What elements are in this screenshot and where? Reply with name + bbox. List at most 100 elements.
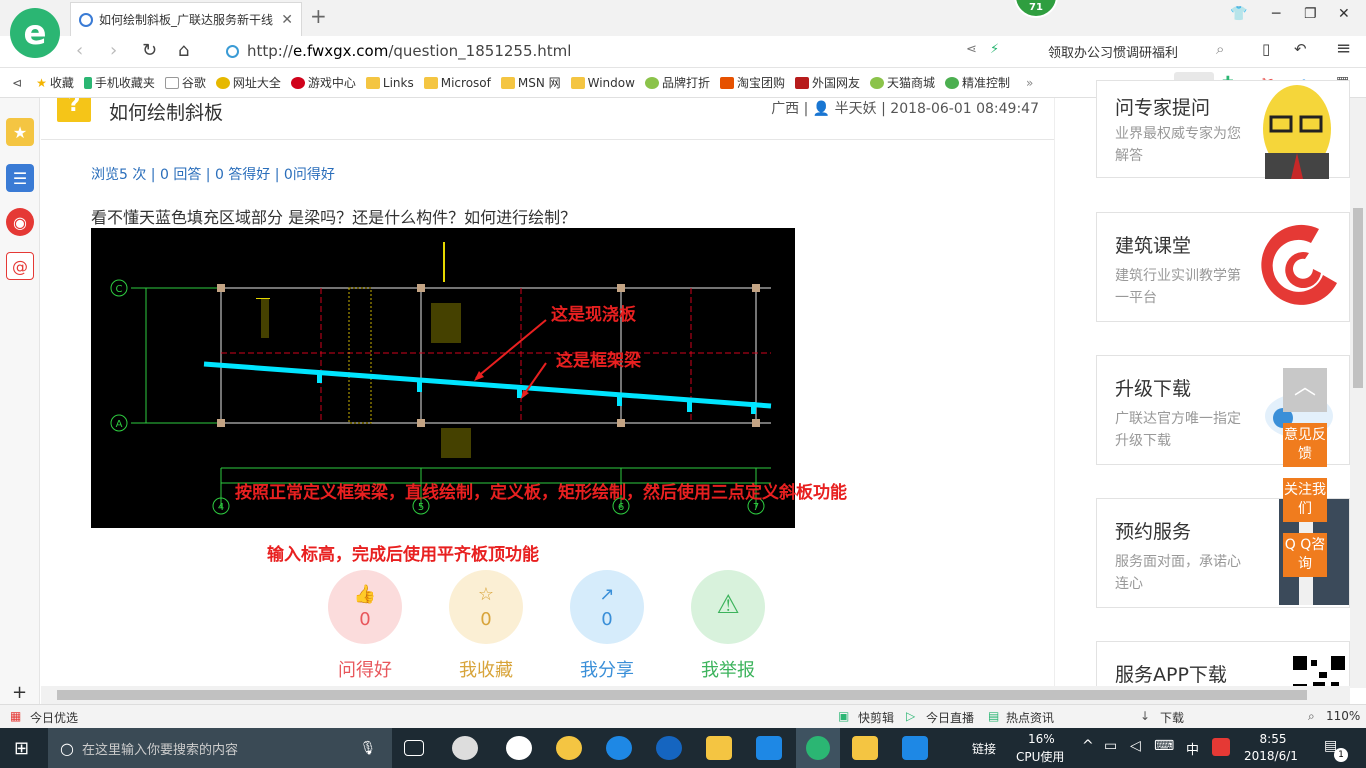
task-view-icon[interactable] <box>404 740 424 756</box>
page-icon <box>164 76 179 89</box>
lightning-icon[interactable]: ⚡ <box>990 42 999 57</box>
status-quick-clip[interactable]: 快剪辑 <box>858 709 894 726</box>
app-ie-icon[interactable] <box>506 736 532 760</box>
mail-icon[interactable]: @ <box>6 252 34 280</box>
question-meta: 广西 | 👤 半天妖 | 2018-06-01 08:49:47 <box>771 101 1039 117</box>
maximize-icon[interactable]: ❐ <box>1304 6 1317 22</box>
star-icon: ★ <box>36 75 47 90</box>
browser-logo-icon[interactable]: e <box>10 8 60 58</box>
back-to-top-button[interactable]: ︿ <box>1283 368 1327 412</box>
minimize-icon[interactable]: ─ <box>1272 6 1280 22</box>
tray-cpu-label: CPU使用 <box>1016 750 1065 764</box>
folder-icon <box>365 76 380 89</box>
refresh-icon[interactable]: ↻ <box>142 40 157 61</box>
action-share-count: 0 <box>601 609 613 630</box>
status-news[interactable]: 热点资讯 <box>1006 709 1054 726</box>
horizontal-scroll-thumb[interactable] <box>57 690 1307 700</box>
share-icon[interactable]: ⋖ <box>966 42 977 57</box>
card-subtitle: 广联达官方唯一指定升级下载 <box>1115 411 1241 449</box>
back-icon[interactable]: ‹ <box>76 40 83 61</box>
app-edge-icon[interactable] <box>606 736 632 760</box>
sidebar-toggle-icon[interactable]: ⊲ <box>12 76 22 90</box>
status-today-picks[interactable]: 今日优选 <box>30 709 78 726</box>
url-input[interactable]: http://e.fwxgx.com/question_1851255.html <box>226 40 986 62</box>
bookmark-precise[interactable]: 精准控制 <box>945 74 1010 91</box>
security-icon <box>226 44 239 58</box>
bookmark-msn[interactable]: MSN 网 <box>500 74 561 91</box>
bookmark-tmall[interactable]: 天猫商城 <box>870 74 935 91</box>
follow-button[interactable]: 关注我们 <box>1283 478 1327 522</box>
windows-start-icon[interactable]: ⊞ <box>14 738 29 759</box>
status-zoom[interactable]: 110% <box>1326 709 1360 723</box>
action-report[interactable]: ⚠ 我举报 <box>690 570 766 682</box>
app-ie-blue-icon[interactable] <box>656 736 682 760</box>
app-chrome-icon[interactable] <box>556 736 582 760</box>
feedback-button[interactable]: 意见反馈 <box>1283 423 1327 467</box>
app-explorer-icon[interactable] <box>706 736 732 760</box>
status-download[interactable]: 下载 <box>1160 709 1184 726</box>
bookmark-discount[interactable]: 品牌打折 <box>644 74 710 91</box>
undo-icon[interactable]: ↶ <box>1294 40 1307 58</box>
bookmark-google[interactable]: 谷歌 <box>164 74 206 91</box>
tray-volume-icon[interactable]: ◁ <box>1130 738 1141 754</box>
card-ask-expert[interactable]: 问专家提问 业界最权威专家为您解答 <box>1096 80 1350 179</box>
home-icon[interactable]: ⌂ <box>178 40 189 61</box>
answer-note-line1: 按照正常定义框架梁，直线绘制，定义板，矩形绘制，然后使用三点定义斜板功能 <box>235 483 847 503</box>
menu-icon[interactable]: ≡ <box>1336 38 1351 59</box>
vertical-scrollbar[interactable] <box>1350 98 1366 688</box>
bookmark-portal[interactable]: 网址大全 <box>215 74 281 91</box>
cad-label-beam: 这是框架梁 <box>556 350 642 371</box>
bookmark-games[interactable]: 游戏中心 <box>290 74 356 91</box>
action-share[interactable]: ↗ 0 我分享 <box>569 570 645 682</box>
forward-icon[interactable]: › <box>110 40 117 61</box>
tab-active[interactable]: 如何绘制斜板_广联达服务新干线 ✕ <box>70 2 302 36</box>
tray-network-icon[interactable]: ▭ <box>1104 738 1117 754</box>
promo-link[interactable]: 领取办公习惯调研福利 <box>1048 42 1178 61</box>
tray-time[interactable]: 8:55 <box>1250 732 1296 746</box>
bookmark-mobile[interactable]: 手机收藏夹 <box>83 74 155 91</box>
bookmark-microsoft[interactable]: Microsof <box>423 76 491 90</box>
bookmark-taobao[interactable]: 淘宝团购 <box>719 74 785 91</box>
tray-cpu-percent: 16% <box>1028 732 1055 746</box>
card-subtitle: 业界最权威专家为您解答 <box>1115 126 1241 164</box>
app-fan-icon[interactable] <box>452 736 478 760</box>
qq-consult-button[interactable]: Q Q咨询 <box>1283 533 1327 577</box>
tray-ime[interactable]: 中 <box>1186 739 1199 758</box>
vertical-scroll-thumb[interactable] <box>1353 208 1363 388</box>
status-live[interactable]: 今日直播 <box>926 709 974 726</box>
bookmark-windows[interactable]: Window <box>570 76 635 90</box>
tray-keyboard-icon[interactable]: ⌨ <box>1154 738 1174 754</box>
action-good-question[interactable]: 👍 0 问得好 <box>327 570 403 682</box>
favorites-icon[interactable]: ★ <box>6 118 34 146</box>
search-icon[interactable]: ⌕ <box>1216 40 1224 58</box>
reader-icon[interactable]: ☰ <box>6 164 34 192</box>
card-building-class[interactable]: 建筑课堂 建筑行业实训教学第一平台 <box>1096 212 1350 322</box>
horizontal-scrollbar[interactable] <box>41 686 1350 704</box>
action-favorite-count: 0 <box>480 609 492 630</box>
bookmark-foreign[interactable]: 外国网友 <box>794 74 860 91</box>
app-browser-active[interactable] <box>796 728 840 768</box>
leaf-icon <box>644 76 659 89</box>
question-stats[interactable]: 浏览5 次 | 0 回答 | 0 答得好 | 0问得好 <box>91 164 335 184</box>
weibo-icon[interactable]: ◉ <box>6 208 34 236</box>
new-tab-button[interactable]: + <box>310 4 327 28</box>
close-window-icon[interactable]: ✕ <box>1338 6 1350 22</box>
app-glodon-icon[interactable] <box>756 736 782 760</box>
shirt-icon[interactable]: 👕 <box>1230 6 1247 22</box>
url-domain: e.fwxgx.com <box>292 42 389 60</box>
bookmark-links[interactable]: Links <box>365 76 414 90</box>
tray-chevron-icon[interactable]: ^ <box>1082 738 1094 754</box>
tray-date[interactable]: 2018/6/1 <box>1244 749 1298 763</box>
close-tab-icon[interactable]: ✕ <box>281 12 293 28</box>
tray-link[interactable]: 链接 <box>972 740 996 757</box>
app-notes-icon[interactable] <box>852 736 878 760</box>
tray-sogou-icon[interactable] <box>1212 738 1230 756</box>
bookmark-favorites[interactable]: ★ 收藏 <box>36 74 74 91</box>
action-favorite[interactable]: ☆ 0 我收藏 <box>448 570 524 682</box>
phone-icon[interactable]: ▯ <box>1262 40 1270 58</box>
app-tool-icon[interactable] <box>902 736 928 760</box>
warning-icon: ⚠ <box>716 590 740 620</box>
more-bookmarks-icon[interactable]: » <box>1026 76 1033 90</box>
taskbar-search[interactable]: ○ 在这里输入你要搜索的内容 🎙 <box>48 728 392 768</box>
sidebar-add-icon[interactable]: + <box>12 682 27 703</box>
